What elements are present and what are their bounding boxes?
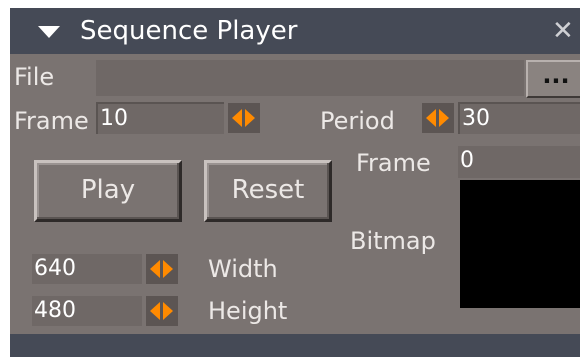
- play-button[interactable]: Play: [34, 160, 182, 222]
- period-label: Period: [320, 107, 395, 135]
- decrement-arrow-icon[interactable]: [426, 109, 436, 127]
- decrement-arrow-icon[interactable]: [150, 302, 160, 320]
- width-label: Width: [208, 255, 278, 283]
- title-bar[interactable]: Sequence Player ✕: [10, 8, 580, 54]
- sequence-player-panel: Sequence Player ✕ File ... Frame 10 Peri…: [10, 8, 580, 357]
- frame-input-field[interactable]: 10: [96, 102, 224, 134]
- period-spinner[interactable]: [422, 103, 454, 133]
- period-field[interactable]: 30: [458, 102, 580, 134]
- height-field[interactable]: 480: [32, 296, 142, 326]
- increment-arrow-icon[interactable]: [163, 260, 173, 278]
- frame-input-label: Frame: [14, 107, 89, 135]
- decrement-arrow-icon[interactable]: [232, 109, 242, 127]
- height-spinner[interactable]: [146, 296, 178, 326]
- frame-display-field: 0: [458, 146, 580, 178]
- width-field[interactable]: 640: [32, 254, 142, 284]
- width-spinner[interactable]: [146, 254, 178, 284]
- file-path-field[interactable]: [96, 60, 524, 96]
- increment-arrow-icon[interactable]: [245, 109, 255, 127]
- bitmap-preview: [460, 180, 580, 308]
- close-icon[interactable]: ✕: [552, 16, 574, 46]
- file-label: File: [14, 63, 55, 91]
- status-bar: [10, 334, 580, 357]
- panel-title: Sequence Player: [80, 16, 298, 46]
- chevron-down-icon[interactable]: [38, 26, 60, 38]
- increment-arrow-icon[interactable]: [163, 302, 173, 320]
- decrement-arrow-icon[interactable]: [150, 260, 160, 278]
- increment-arrow-icon[interactable]: [439, 109, 449, 127]
- bitmap-label: Bitmap: [350, 227, 436, 255]
- reset-button[interactable]: Reset: [204, 160, 332, 222]
- browse-button[interactable]: ...: [526, 60, 580, 98]
- height-label: Height: [208, 297, 288, 325]
- frame-display-label: Frame: [356, 149, 431, 177]
- frame-spinner[interactable]: [228, 103, 260, 133]
